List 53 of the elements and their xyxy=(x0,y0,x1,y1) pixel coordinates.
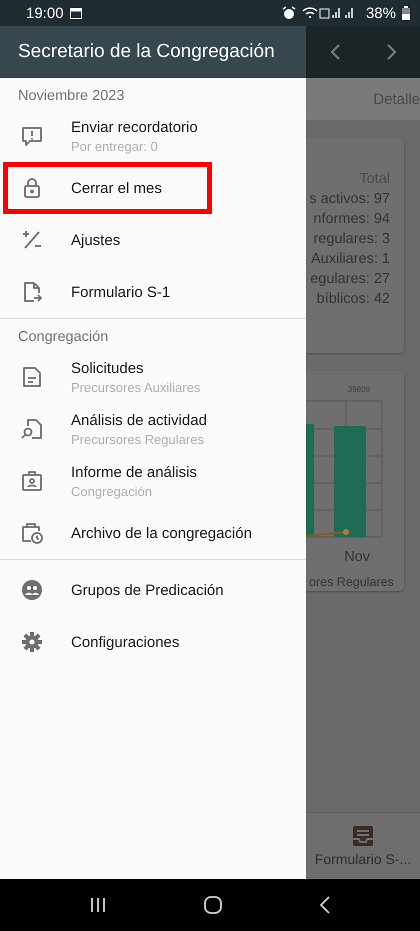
total-line: nformes: 94 xyxy=(313,210,390,229)
battery-percent: 38% xyxy=(366,4,396,22)
item-label: Solicitudes xyxy=(71,360,145,376)
item-label: Ajustes xyxy=(71,232,120,248)
item-subtitle: Precursores Auxiliares xyxy=(71,380,200,394)
item-label: Cerrar el mes xyxy=(71,180,162,196)
item-label: Análisis de actividad xyxy=(71,412,207,428)
menu-item[interactable]: Grupos de Predicación xyxy=(0,564,306,616)
highlighted-menu-item[interactable]: Cerrar el mes xyxy=(3,162,212,214)
previous-icon[interactable] xyxy=(328,43,340,61)
back-icon[interactable] xyxy=(319,896,332,914)
calendar-clock-icon xyxy=(20,521,44,545)
item-label: Configuraciones xyxy=(71,634,180,650)
item-label: Enviar recordatorio xyxy=(71,118,198,136)
form-icon xyxy=(352,825,374,847)
search-document-icon xyxy=(20,417,44,441)
alert-message-icon xyxy=(20,124,44,148)
menu-item[interactable]: Solicitudes Precursores Auxiliares xyxy=(0,351,306,403)
menu-item[interactable]: Formulario S-1 xyxy=(0,266,306,318)
menu-item[interactable]: Archivo de la congregación xyxy=(0,507,306,559)
next-icon[interactable] xyxy=(386,43,398,61)
item-label: Archivo de la congregación xyxy=(71,524,252,542)
item-subtitle: Congregación xyxy=(71,484,153,498)
item-label: Grupos de Predicación xyxy=(71,582,224,598)
section-title: Noviembre 2023 xyxy=(17,87,126,106)
total-line: egulares: 27 xyxy=(310,270,390,289)
document-icon xyxy=(20,365,44,389)
home-icon[interactable] xyxy=(204,896,222,914)
total-line: s activos: 97 xyxy=(309,190,390,209)
battery-icon xyxy=(402,6,410,20)
total-line: bíblicos: 42 xyxy=(316,290,390,309)
clock: 19:00 xyxy=(26,4,64,22)
item-label: Formulario S-1 xyxy=(71,284,170,300)
menu-item[interactable]: Análisis de actividad Precursores Regulares xyxy=(0,403,306,455)
groups-icon xyxy=(20,578,44,602)
axis-label: Nov xyxy=(344,549,370,565)
chart-caption: ores Regulares xyxy=(308,575,395,589)
calendar-icon xyxy=(70,8,82,18)
section-title: Congregación xyxy=(17,328,110,347)
drawer-title: Secretario de la Congregación xyxy=(0,26,306,78)
total-line: regulares: 3 xyxy=(313,230,390,249)
settings-icon xyxy=(20,630,44,654)
menu-item[interactable]: Configuraciones xyxy=(0,616,306,668)
recent-apps-icon[interactable] xyxy=(88,897,107,913)
item-subtitle: Precursores Regulares xyxy=(71,432,205,446)
item-label: Informe de análisis xyxy=(71,464,197,480)
alarm-icon xyxy=(282,6,296,20)
menu-item[interactable]: Ajustes xyxy=(0,214,306,266)
menu-item[interactable]: Informe de análisis Congregación xyxy=(0,455,306,507)
item-subtitle: Por entregar: 0 xyxy=(71,138,159,154)
total-line: Auxiliares: 1 xyxy=(311,250,390,269)
id-badge-icon xyxy=(20,469,44,493)
menu-item[interactable]: Enviar recordatorio Por entregar: 0 xyxy=(0,110,306,162)
